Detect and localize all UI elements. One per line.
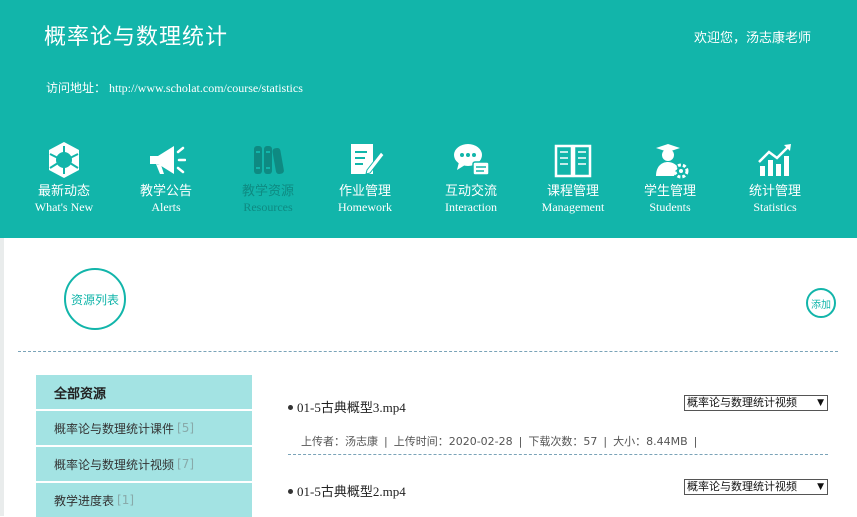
nav-item-management[interactable]: 课程管理 Management <box>523 140 623 214</box>
nav-label-en: Homework <box>338 200 392 214</box>
main-nav: 最新动态 What's New 教学公告 Alerts 教学资源 Resourc… <box>0 140 857 230</box>
visit-label: 访问地址： <box>46 81 107 95</box>
nav-label-zh: 学生管理 <box>643 184 696 199</box>
nav-item-statistics[interactable]: 统计管理 Statistics <box>725 140 825 214</box>
category-select-value: 概率论与数理统计视频 <box>687 396 797 409</box>
nav-label-en: What's New <box>34 200 94 214</box>
nav-item-students[interactable]: 学生管理 Students <box>620 140 720 214</box>
dropdown-arrow-icon: ▼ <box>817 482 824 492</box>
nav-label-en: Management <box>541 200 605 214</box>
section-title: 资源列表 <box>64 268 126 330</box>
uploader: 上传者：汤志康 <box>301 435 378 448</box>
news-icon <box>49 142 79 178</box>
sidebar-item-all[interactable]: 全部资源 <box>36 375 252 409</box>
chat-icon <box>454 144 490 176</box>
nav-item-whats-new[interactable]: 最新动态 What's New <box>14 140 114 214</box>
separator: | <box>693 435 698 448</box>
upload-time: 上传时间：2020-02-28 <box>393 435 513 448</box>
resource-sidebar: 全部资源 概率论与数理统计课件 [5] 概率论与数理统计视频 [7] 教学进度表… <box>36 375 252 517</box>
separator: | <box>518 435 523 448</box>
sidebar-item-count: [7] <box>177 457 195 471</box>
nav-item-alerts[interactable]: 教学公告 Alerts <box>116 140 216 214</box>
file-name-text: 01-5古典概型2.mp4 <box>297 484 406 499</box>
open-book-icon <box>554 144 592 178</box>
sidebar-item[interactable]: 概率论与数理统计课件 [5] <box>36 411 252 445</box>
file-name-text: 01-5古典概型3.mp4 <box>297 400 406 415</box>
sidebar-item-label: 概率论与数理统计课件 <box>54 421 175 436</box>
visit-url[interactable]: http://www.scholat.com/course/statistics <box>109 81 303 95</box>
books-icon <box>254 146 284 175</box>
dropdown-arrow-icon: ▼ <box>817 398 824 408</box>
nav-label-en: Statistics <box>753 200 797 214</box>
divider <box>18 351 838 352</box>
file-row: 01-5古典概型3.mp4 概率论与数理统计视频 ▼ 上传者：汤志康 | 上传时间：… <box>288 395 828 457</box>
nav-label-en: Resources <box>243 200 293 214</box>
nav-item-homework[interactable]: 作业管理 Homework <box>315 140 415 214</box>
sidebar-item-label: 概率论与数理统计视频 <box>54 457 175 472</box>
nav-item-resources[interactable]: 教学资源 Resources <box>218 140 318 214</box>
nav-label-en: Interaction <box>445 200 497 214</box>
sidebar-item-count: [5] <box>177 421 195 435</box>
course-title: 概率论与数理统计 <box>44 25 229 50</box>
file-name[interactable]: 01-5古典概型2.mp4 <box>288 481 406 500</box>
download-count: 下载次数：57 <box>528 435 598 448</box>
sidebar-item-count: [1] <box>117 493 135 507</box>
nav-label-zh: 最新动态 <box>37 184 90 199</box>
megaphone-icon <box>150 146 186 174</box>
add-button[interactable]: 添加 <box>806 288 836 318</box>
category-select[interactable]: 概率论与数理统计视频 ▼ <box>684 395 828 411</box>
course-header: 概率论与数理统计 欢迎您，汤志康老师 访问地址： http://www.scho… <box>0 0 857 238</box>
sidebar-item[interactable]: 概率论与数理统计视频 [7] <box>36 447 252 481</box>
sidebar-item-label: 教学进度表 <box>54 493 115 508</box>
chart-icon <box>758 144 791 176</box>
file-meta: 上传者：汤志康 | 上传时间：2020-02-28 | 下载次数：57 | 大小：8.44M… <box>301 433 703 449</box>
file-row: 01-5古典概型2.mp4 概率论与数理统计视频 ▼ <box>288 479 828 501</box>
welcome-text: 欢迎您，汤志康老师 <box>693 31 811 46</box>
visit-address: 访问地址： http://www.scholat.com/course/stat… <box>46 79 303 96</box>
category-select-value: 概率论与数理统计视频 <box>687 480 797 493</box>
sidebar-item[interactable]: 教学进度表 [1] <box>36 483 252 517</box>
nav-label-zh: 作业管理 <box>338 184 391 199</box>
student-gear-icon <box>656 144 689 179</box>
homework-icon <box>351 144 385 175</box>
nav-label-zh: 互动交流 <box>444 184 497 199</box>
nav-label-en: Students <box>649 200 691 214</box>
category-select[interactable]: 概率论与数理统计视频 ▼ <box>684 479 828 495</box>
nav-label-zh: 课程管理 <box>546 184 599 199</box>
divider <box>288 454 828 455</box>
nav-label-zh: 教学资源 <box>241 184 294 199</box>
nav-item-interaction[interactable]: 互动交流 Interaction <box>421 140 521 214</box>
left-edge <box>0 238 4 516</box>
separator: | <box>603 435 608 448</box>
nav-label-zh: 统计管理 <box>748 184 801 199</box>
nav-label-zh: 教学公告 <box>139 184 192 199</box>
bullet-icon <box>288 488 293 494</box>
file-size: 大小：8.44MB <box>613 435 688 448</box>
separator: | <box>384 435 388 448</box>
bullet-icon <box>288 404 293 410</box>
file-name[interactable]: 01-5古典概型3.mp4 <box>288 397 406 416</box>
nav-label-en: Alerts <box>151 200 181 214</box>
